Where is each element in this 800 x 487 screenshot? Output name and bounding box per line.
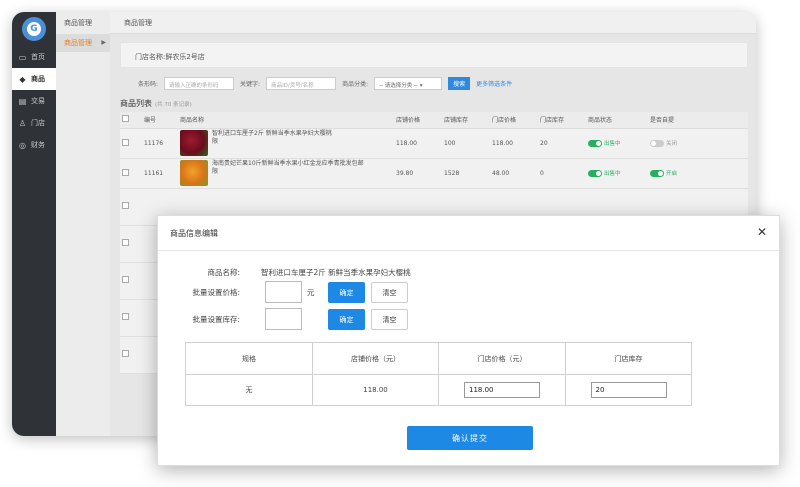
more-filters-link[interactable]: 更多筛选条件: [476, 79, 512, 88]
sidebar-item-home[interactable]: ▭ 首页: [12, 46, 56, 68]
barcode-label: 条形码:: [138, 80, 159, 88]
cherry-image: [180, 130, 208, 156]
logo: G: [12, 12, 56, 46]
row-checkbox[interactable]: [120, 128, 142, 159]
sidebar-item-goods[interactable]: ◆ 商品: [12, 68, 56, 90]
keyword-label: 关键字:: [240, 80, 261, 88]
batch-price-input[interactable]: [265, 281, 302, 303]
store-stock-input[interactable]: 20: [590, 382, 667, 398]
product-name-value: 智利进口车厘子2斤 新鲜当季水果孕妇大樱桃: [261, 268, 411, 277]
product-name-label: 商品名称:: [207, 268, 240, 277]
sub-navigation: 商品管理 商品管理 ▶: [56, 12, 110, 436]
table-header: 编号 商品名称 店铺价格 店铺库存 门店价格 门店库存 商品状态 是否自提: [120, 112, 748, 129]
row-checkbox[interactable]: [120, 158, 142, 189]
chevron-down-icon: ▾: [419, 82, 423, 89]
filter-bar: 条形码: 请输入正确的条形码 关键字: 商品ID/货号/名称 商品分类: -- …: [120, 68, 748, 98]
keyword-input[interactable]: 商品ID/货号/名称: [266, 76, 337, 90]
subnav-title: 商品管理: [64, 19, 92, 27]
batch-stock-clear-button[interactable]: 清空: [371, 309, 408, 330]
batch-price-clear-button[interactable]: 清空: [371, 282, 408, 303]
batch-price-confirm-button[interactable]: 确定: [328, 282, 365, 303]
sidebar: G ▭ 首页 ◆ 商品 ▤ 交易 ♙ 门店 ◎ 财务: [12, 12, 56, 436]
spec-value: 无: [185, 374, 313, 406]
status-toggle[interactable]: 出售中: [586, 158, 648, 189]
tag-icon: ◆: [19, 74, 26, 84]
store-price-input[interactable]: 118.00: [464, 382, 540, 398]
batch-stock-label: 批量设置库存:: [192, 315, 240, 324]
cloud-logo-icon: G: [22, 17, 46, 41]
mango-image: [180, 160, 208, 186]
category-select[interactable]: -- 请选择分类 -- ▾: [374, 76, 443, 90]
document-icon: ▤: [18, 96, 27, 106]
subnav-item-goods-management[interactable]: 商品管理 ▶: [56, 34, 110, 52]
record-count: (共 70 条记录): [155, 102, 192, 108]
product-cell: 海南贵妃芒果10斤新鲜当季水果小红金龙应季青批发包邮限: [178, 158, 394, 189]
status-toggle[interactable]: 出售中: [586, 128, 648, 159]
table-row[interactable]: 11161 海南贵妃芒果10斤新鲜当季水果小红金龙应季青批发包邮限 39.80 …: [120, 158, 748, 189]
close-icon[interactable]: ✕: [757, 226, 767, 238]
shop-price-value: 118.00: [312, 374, 439, 406]
spec-row: 无 118.00 118.00 20: [185, 374, 692, 406]
store-name: 门店名称:鲜农乐2号店: [120, 42, 748, 68]
coin-icon: ◎: [19, 140, 26, 150]
list-title: 商品列表 (共 70 条记录): [120, 99, 192, 108]
spec-table: 规格 店铺价格（元） 门店价格（元） 门店库存 无 118.00 118.00 …: [185, 342, 692, 406]
modal-header: 商品信息编辑 ✕: [158, 216, 779, 251]
yuan-unit: 元: [307, 288, 315, 297]
modal-title: 商品信息编辑: [170, 228, 218, 238]
sidebar-item-trade[interactable]: ▤ 交易: [12, 90, 56, 112]
table-row[interactable]: 11176 智利进口车厘子2斤 新鲜当季水果孕妇大樱桃限 118.00 100 …: [120, 128, 748, 159]
breadcrumb: 商品管理: [110, 12, 756, 34]
product-cell: 智利进口车厘子2斤 新鲜当季水果孕妇大樱桃限: [178, 128, 394, 159]
spec-table-header: 规格 店铺价格（元） 门店价格（元） 门店库存: [185, 342, 692, 375]
batch-price-label: 批量设置价格:: [192, 288, 240, 297]
pickup-toggle[interactable]: 开启: [648, 158, 748, 189]
monitor-icon: ▭: [18, 52, 27, 62]
batch-stock-input[interactable]: [265, 308, 302, 330]
user-icon: ♙: [18, 118, 27, 128]
category-label: 商品分类:: [342, 80, 369, 88]
chevron-right-icon: ▶: [101, 39, 106, 46]
edit-product-modal: 商品信息编辑 ✕ 商品名称: 智利进口车厘子2斤 新鲜当季水果孕妇大樱桃 批量设…: [157, 215, 780, 466]
batch-stock-confirm-button[interactable]: 确定: [328, 309, 365, 330]
search-button[interactable]: 搜索: [448, 76, 471, 90]
pickup-toggle[interactable]: 关闭: [648, 128, 748, 159]
sidebar-item-finance[interactable]: ◎ 财务: [12, 134, 56, 156]
barcode-input[interactable]: 请输入正确的条形码: [164, 76, 235, 90]
sidebar-item-store[interactable]: ♙ 门店: [12, 112, 56, 134]
select-all-checkbox[interactable]: [120, 112, 142, 129]
submit-button[interactable]: 确认提交: [407, 426, 533, 450]
